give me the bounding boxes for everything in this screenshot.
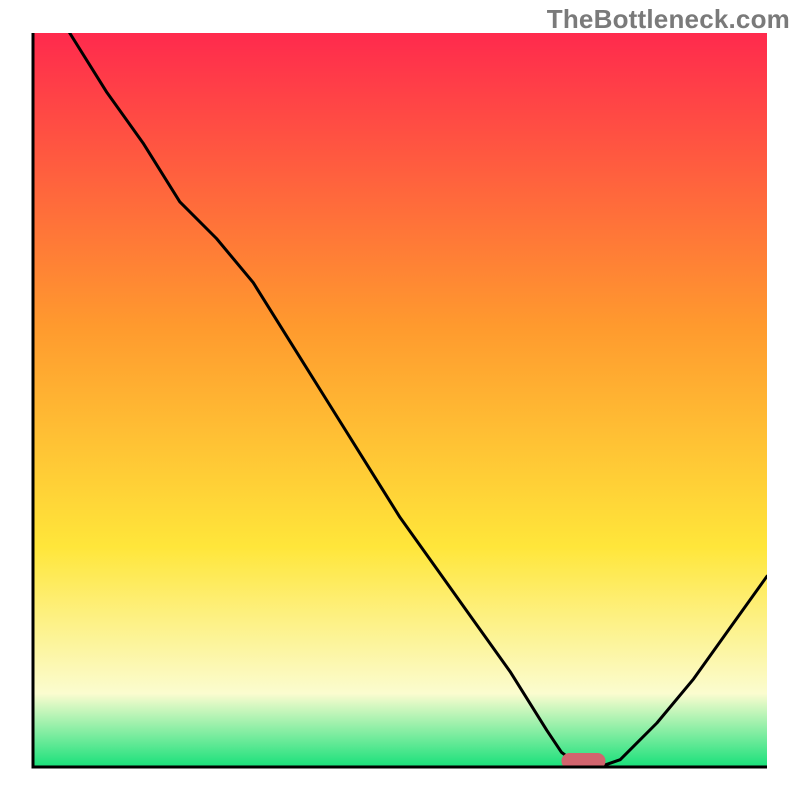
chart-stage: TheBottleneck.com [0, 0, 800, 800]
bottleneck-chart [0, 0, 800, 800]
watermark-text: TheBottleneck.com [547, 4, 790, 35]
